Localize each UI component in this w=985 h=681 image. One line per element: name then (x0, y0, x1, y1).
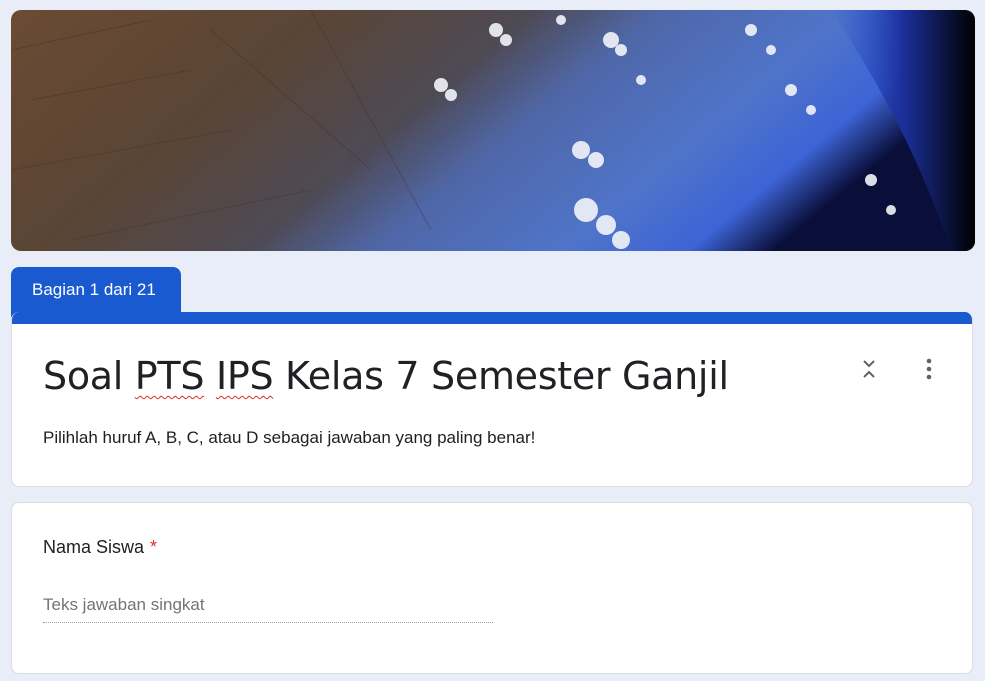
question-label: Nama Siswa * (43, 537, 158, 557)
collapse-icon (863, 360, 875, 378)
section-indicator-label: Bagian 1 dari 21 (32, 280, 156, 299)
earth-from-space-banner (11, 10, 975, 251)
form-header-card: Soal PTS IPS Kelas 7 Semester Ganjil Pil… (11, 312, 973, 487)
section-indicator-tab: Bagian 1 dari 21 (11, 267, 181, 317)
accent-bar (12, 312, 972, 324)
question-card: Nama Siswa * (11, 502, 973, 674)
short-answer-input[interactable] (43, 588, 493, 623)
collapse-section-button[interactable] (854, 354, 884, 384)
form-title: Soal PTS IPS Kelas 7 Semester Ganjil (43, 354, 729, 398)
more-options-button[interactable] (914, 354, 944, 384)
header-banner-image (11, 10, 975, 251)
more-vert-icon (926, 358, 932, 380)
required-asterisk: * (150, 537, 158, 557)
form-description: Pilihlah huruf A, B, C, atau D sebagai j… (43, 428, 536, 447)
